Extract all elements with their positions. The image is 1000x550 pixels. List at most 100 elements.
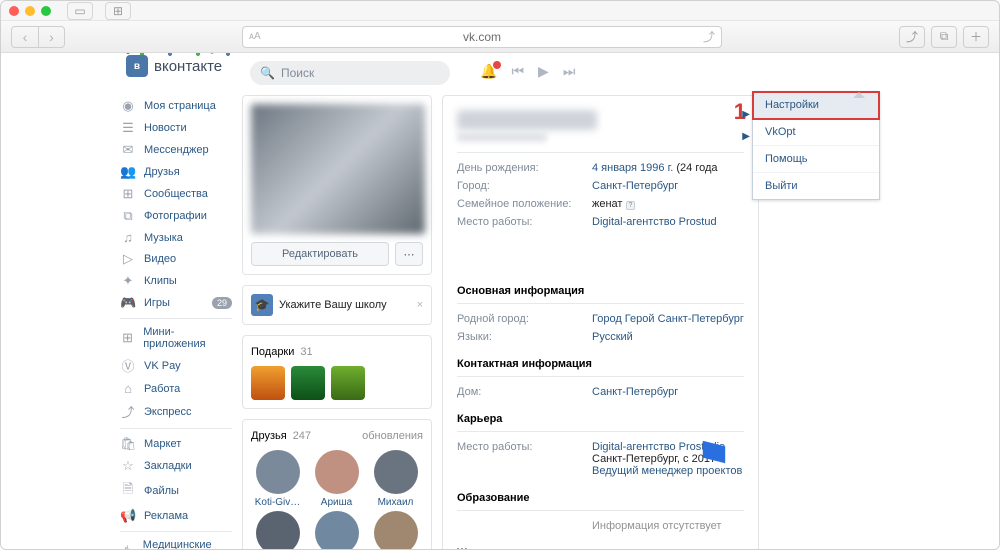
notifications-icon[interactable]: 🔔 [480,63,497,80]
sidebar-item[interactable]: ⤴Экспресс [120,399,232,424]
info-value-link[interactable]: Санкт-Петербург [592,386,678,398]
sidebar-item[interactable]: ⊞Сообщества [120,183,232,205]
dropdown-item-vkopt[interactable]: VkOpt [753,119,879,146]
vk-header: ʙ вконтакте 🔍 Поиск 🔔 ⏮ ▶ ⏭ 1 ▶ ▶ Настро… [120,53,880,93]
player-next-icon[interactable]: ⏭ [563,63,576,80]
toolbar-right: ⤴ ⧉ ＋ [899,26,989,48]
sidebar-item[interactable]: 📢Реклама [120,505,232,527]
more-actions-button[interactable]: ⋯ [395,242,423,266]
vk-icon: ʙ [126,55,148,77]
browser-toolbar: ‹ › ᴀA vk.com ⤴ ⤴ ⧉ ＋ [1,21,999,53]
info-value-link[interactable]: Санкт-Петербург [592,180,678,192]
close-icon[interactable]: × [417,299,423,311]
help-icon[interactable]: ? [626,201,636,210]
sidebar-item[interactable]: ⧉Фотографии [120,205,232,227]
profile-info-card: День рождения:4 января 1996 г. (24 годаГ… [442,95,759,549]
sidebar-item[interactable]: ⓋVK Pay [120,353,232,378]
sidebar-item-label: Закладки [144,460,192,472]
sidebar-item[interactable]: 🎮Игры29 [120,292,232,314]
sidebar-item[interactable]: ☆Закладки [120,455,232,477]
company-logo[interactable] [700,438,728,466]
friend-item[interactable]: Ариша [310,450,363,508]
window-titlebar: ▭ ⊞ [1,1,999,21]
close-window-icon[interactable] [9,6,19,16]
info-value-link[interactable]: Русский [592,331,633,343]
sidebar-item[interactable]: ⚕Медицинские ма… [120,536,232,549]
share-icon[interactable]: ⤴ [703,28,715,45]
avatar-card: Редактировать ⋯ [242,95,432,275]
friends-label[interactable]: Друзья [251,430,287,442]
forward-button[interactable]: › [38,27,64,47]
profile-avatar[interactable] [251,104,425,234]
sidebar-item-label: Музыка [144,232,183,244]
search-icon: 🔍 [260,66,275,80]
back-button[interactable]: ‹ [12,27,38,47]
sidebar-item-icon: ⊞ [120,330,135,346]
friend-item[interactable]: Михаил [369,450,422,508]
gifts-count: 31 [300,346,312,358]
share-button[interactable]: ⤴ [899,26,925,48]
sidebar-item-label: Реклама [144,510,188,522]
address-bar[interactable]: ᴀA vk.com ⤴ [242,26,722,48]
sidebar-item-icon: Ⓥ [120,356,136,375]
reader-icon[interactable]: ᴀA [249,31,261,42]
sidebar-item-label: Сообщества [144,188,208,200]
sidebar-item[interactable]: ◉Моя страница [120,95,232,117]
section-career: Карьера [457,409,744,425]
sidebar-item[interactable]: ✉Мессенджер [120,139,232,161]
user-menu-dropdown: НастройкиVkOptПомощьВыйти [752,91,880,200]
dropdown-item-выйти[interactable]: Выйти [753,173,879,199]
vk-logo[interactable]: ʙ вконтакте [126,55,222,77]
sidebar-item-icon: ⧉ [120,208,136,224]
friend-name: Ариша [321,497,352,508]
sidebar-item-label: Работа [144,383,180,395]
sidebar-item-icon: ♫ [120,230,136,245]
sidebar-item[interactable]: 🛍Маркет [120,433,232,455]
sidebar-left-icon[interactable]: ▭ [68,3,92,19]
sidebar-item[interactable]: ⌂Работа [120,378,232,399]
tabs-button[interactable]: ⧉ [931,26,957,48]
search-input[interactable]: 🔍 Поиск [250,61,450,85]
player-prev-icon[interactable]: ⏮ [511,63,524,80]
profile-name-blurred [457,110,597,130]
player-play-icon[interactable]: ▶ [538,63,549,80]
sidebar-toggle-group: ▭ [67,2,93,20]
zoom-window-icon[interactable] [41,6,51,16]
sidebar-item[interactable]: ▷Видео [120,248,232,270]
gift-item[interactable] [291,366,325,400]
edit-profile-button[interactable]: Редактировать [251,242,389,266]
dropdown-item-помощь[interactable]: Помощь [753,146,879,173]
sidebar-item-label: Моя страница [144,100,216,112]
sidebar-item[interactable]: ✦Клипы [120,270,232,292]
new-tab-button[interactable]: ＋ [963,26,989,48]
gift-item[interactable] [331,366,365,400]
gift-item[interactable] [251,366,285,400]
info-value-link[interactable]: 4 января 1996 г. [592,162,673,174]
sidebar-item-label: Игры [144,297,170,309]
friend-item[interactable]: Koti-Giv… [251,450,304,508]
sidebar-item[interactable]: ☰Новости [120,117,232,139]
school-prompt-card[interactable]: 🎓 Укажите Вашу школу × [242,285,432,325]
school-prompt-text: Укажите Вашу школу [279,299,387,311]
info-value-link[interactable]: Digital-агентство Prostud [592,216,717,228]
friend-item[interactable]: Виктория [369,511,422,549]
sidebar-item-icon: ⚕ [120,543,135,549]
sidebar-item[interactable]: 👥Друзья [120,161,232,183]
sidebar-item-icon: ✦ [120,273,136,289]
sidebar-item-label: Маркет [144,438,181,450]
career-role-link[interactable]: Ведущий менеджер проектов [592,465,742,477]
friend-item[interactable]: Александр [310,511,363,549]
info-value-link[interactable]: Город Герой Санкт-Петербург [592,313,744,325]
gifts-label[interactable]: Подарки [251,346,294,358]
sidebar-item-icon: ✉ [120,142,136,158]
minimize-window-icon[interactable] [25,6,35,16]
sidebar-item[interactable]: ⊞Мини-приложения [120,323,232,353]
sidebar-item[interactable]: 🗎Файлы [120,477,232,505]
tabs-overview-button[interactable]: ⊞ [105,2,131,20]
safari-window: ▭ ⊞ ‹ › ᴀA vk.com ⤴ ⤴ ⧉ ＋ ʙ [0,0,1000,550]
friend-item[interactable]: Александр [251,511,304,549]
friends-updates-link[interactable]: обновления [362,430,423,442]
sidebar-item-icon: 🎮 [120,295,136,311]
dropdown-item-настройки[interactable]: Настройки [753,92,879,119]
sidebar-item[interactable]: ♫ Музыка [120,227,232,248]
